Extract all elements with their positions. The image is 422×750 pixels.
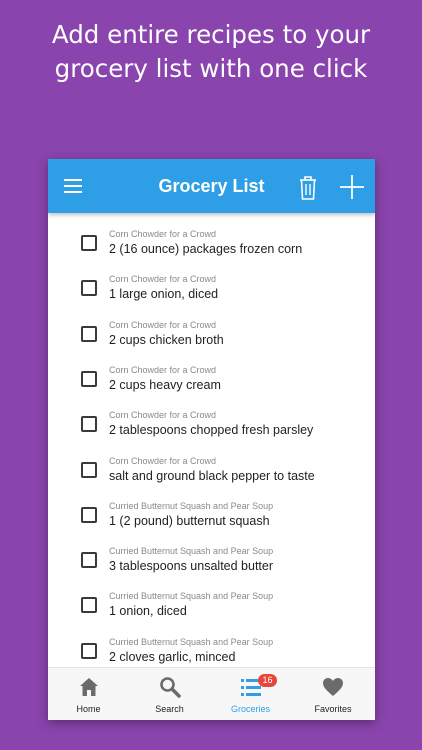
- bottom-navigation: Home Search 16 Groceries Favorites: [48, 667, 375, 720]
- list-item[interactable]: Curried Butternut Squash and Pear Soup 1 …: [48, 575, 375, 620]
- nav-home[interactable]: Home: [48, 668, 129, 720]
- list-item[interactable]: Corn Chowder for a Crowd 2 cups heavy cre…: [48, 349, 375, 394]
- nav-favorites[interactable]: Favorites: [291, 668, 375, 720]
- item-ingredient: 2 (16 ounce) packages frozen corn: [109, 242, 303, 256]
- item-ingredient: 2 tablespoons chopped fresh parsley: [109, 423, 314, 438]
- list-item[interactable]: Corn Chowder for a Crowd 2 (16 ounce) pac…: [48, 213, 375, 258]
- nav-groceries-label: Groceries: [230, 704, 270, 714]
- nav-favorites-label: Favorites: [314, 704, 352, 714]
- app-screen: Grocery List Corn Chowder for a Crowd 2 (…: [48, 159, 375, 720]
- item-checkbox[interactable]: [81, 235, 97, 251]
- promo-headline-line-2: grocery list with one click: [54, 54, 368, 83]
- trash-icon[interactable]: [298, 174, 318, 201]
- item-recipe-name: Curried Butternut Squash and Pear Soup: [109, 636, 274, 647]
- search-icon: [159, 677, 181, 698]
- list-item[interactable]: Corn Chowder for a Crowd 1 large onion, d…: [48, 258, 375, 303]
- list-item[interactable]: Corn Chowder for a Crowd salt and ground …: [48, 440, 375, 485]
- item-checkbox[interactable]: [81, 552, 97, 569]
- item-recipe-name: Corn Chowder for a Crowd: [109, 455, 217, 466]
- plus-icon[interactable]: [340, 175, 364, 199]
- item-checkbox[interactable]: [81, 370, 97, 387]
- item-ingredient: 2 cloves garlic, minced: [109, 649, 236, 664]
- item-recipe-name: Curried Butternut Squash and Pear Soup: [109, 591, 274, 602]
- nav-home-label: Home: [76, 704, 101, 714]
- item-checkbox[interactable]: [81, 461, 97, 478]
- item-ingredient: 2 cups heavy cream: [109, 377, 221, 392]
- list-item[interactable]: Corn Chowder for a Crowd 2 tablespoons ch…: [48, 394, 375, 439]
- item-checkbox[interactable]: [81, 416, 97, 433]
- heart-icon: [323, 678, 343, 696]
- list-item[interactable]: Curried Butternut Squash and Pear Soup 2 …: [48, 621, 375, 666]
- item-checkbox[interactable]: [81, 597, 97, 614]
- item-recipe-name: Corn Chowder for a Crowd: [109, 229, 217, 239]
- list-item[interactable]: Curried Butternut Squash and Pear Soup 1 …: [48, 485, 375, 530]
- item-checkbox[interactable]: [81, 280, 97, 297]
- item-recipe-name: Curried Butternut Squash and Pear Soup: [109, 546, 274, 557]
- item-recipe-name: Corn Chowder for a Crowd: [109, 410, 217, 421]
- item-recipe-name: Corn Chowder for a Crowd: [109, 274, 217, 285]
- item-ingredient: salt and ground black pepper to taste: [109, 468, 315, 483]
- item-ingredient: 2 cups chicken broth: [109, 332, 224, 347]
- grocery-list: Corn Chowder for a Crowd 2 (16 ounce) pac…: [48, 213, 375, 667]
- item-checkbox[interactable]: [81, 642, 97, 659]
- app-bar: Grocery List: [48, 159, 375, 213]
- item-checkbox[interactable]: [81, 506, 97, 523]
- item-recipe-name: Curried Butternut Squash and Pear Soup: [109, 500, 274, 511]
- nav-search[interactable]: Search: [129, 668, 210, 720]
- list-item[interactable]: Corn Chowder for a Crowd 2 cups chicken b…: [48, 304, 375, 349]
- item-ingredient: 1 onion, diced: [109, 604, 187, 619]
- item-ingredient: 3 tablespoons unsalted butter: [109, 559, 274, 574]
- promo-headline: Add entire recipes to your grocery list …: [0, 18, 422, 86]
- page-title: Grocery List: [158, 176, 265, 196]
- list-item[interactable]: Curried Butternut Squash and Pear Soup 3 …: [48, 530, 375, 575]
- promo-headline-line-1: Add entire recipes to your: [51, 20, 371, 49]
- nav-groceries[interactable]: 16 Groceries: [210, 668, 291, 720]
- item-recipe-name: Corn Chowder for a Crowd: [109, 364, 217, 375]
- home-icon: [79, 678, 98, 696]
- groceries-count-badge: 16: [258, 674, 277, 687]
- item-checkbox[interactable]: [81, 325, 97, 342]
- nav-search-label: Search: [155, 704, 184, 714]
- item-ingredient: 1 (2 pound) butternut squash: [109, 513, 270, 528]
- item-recipe-name: Corn Chowder for a Crowd: [109, 319, 217, 330]
- item-ingredient: 1 large onion, diced: [109, 287, 219, 302]
